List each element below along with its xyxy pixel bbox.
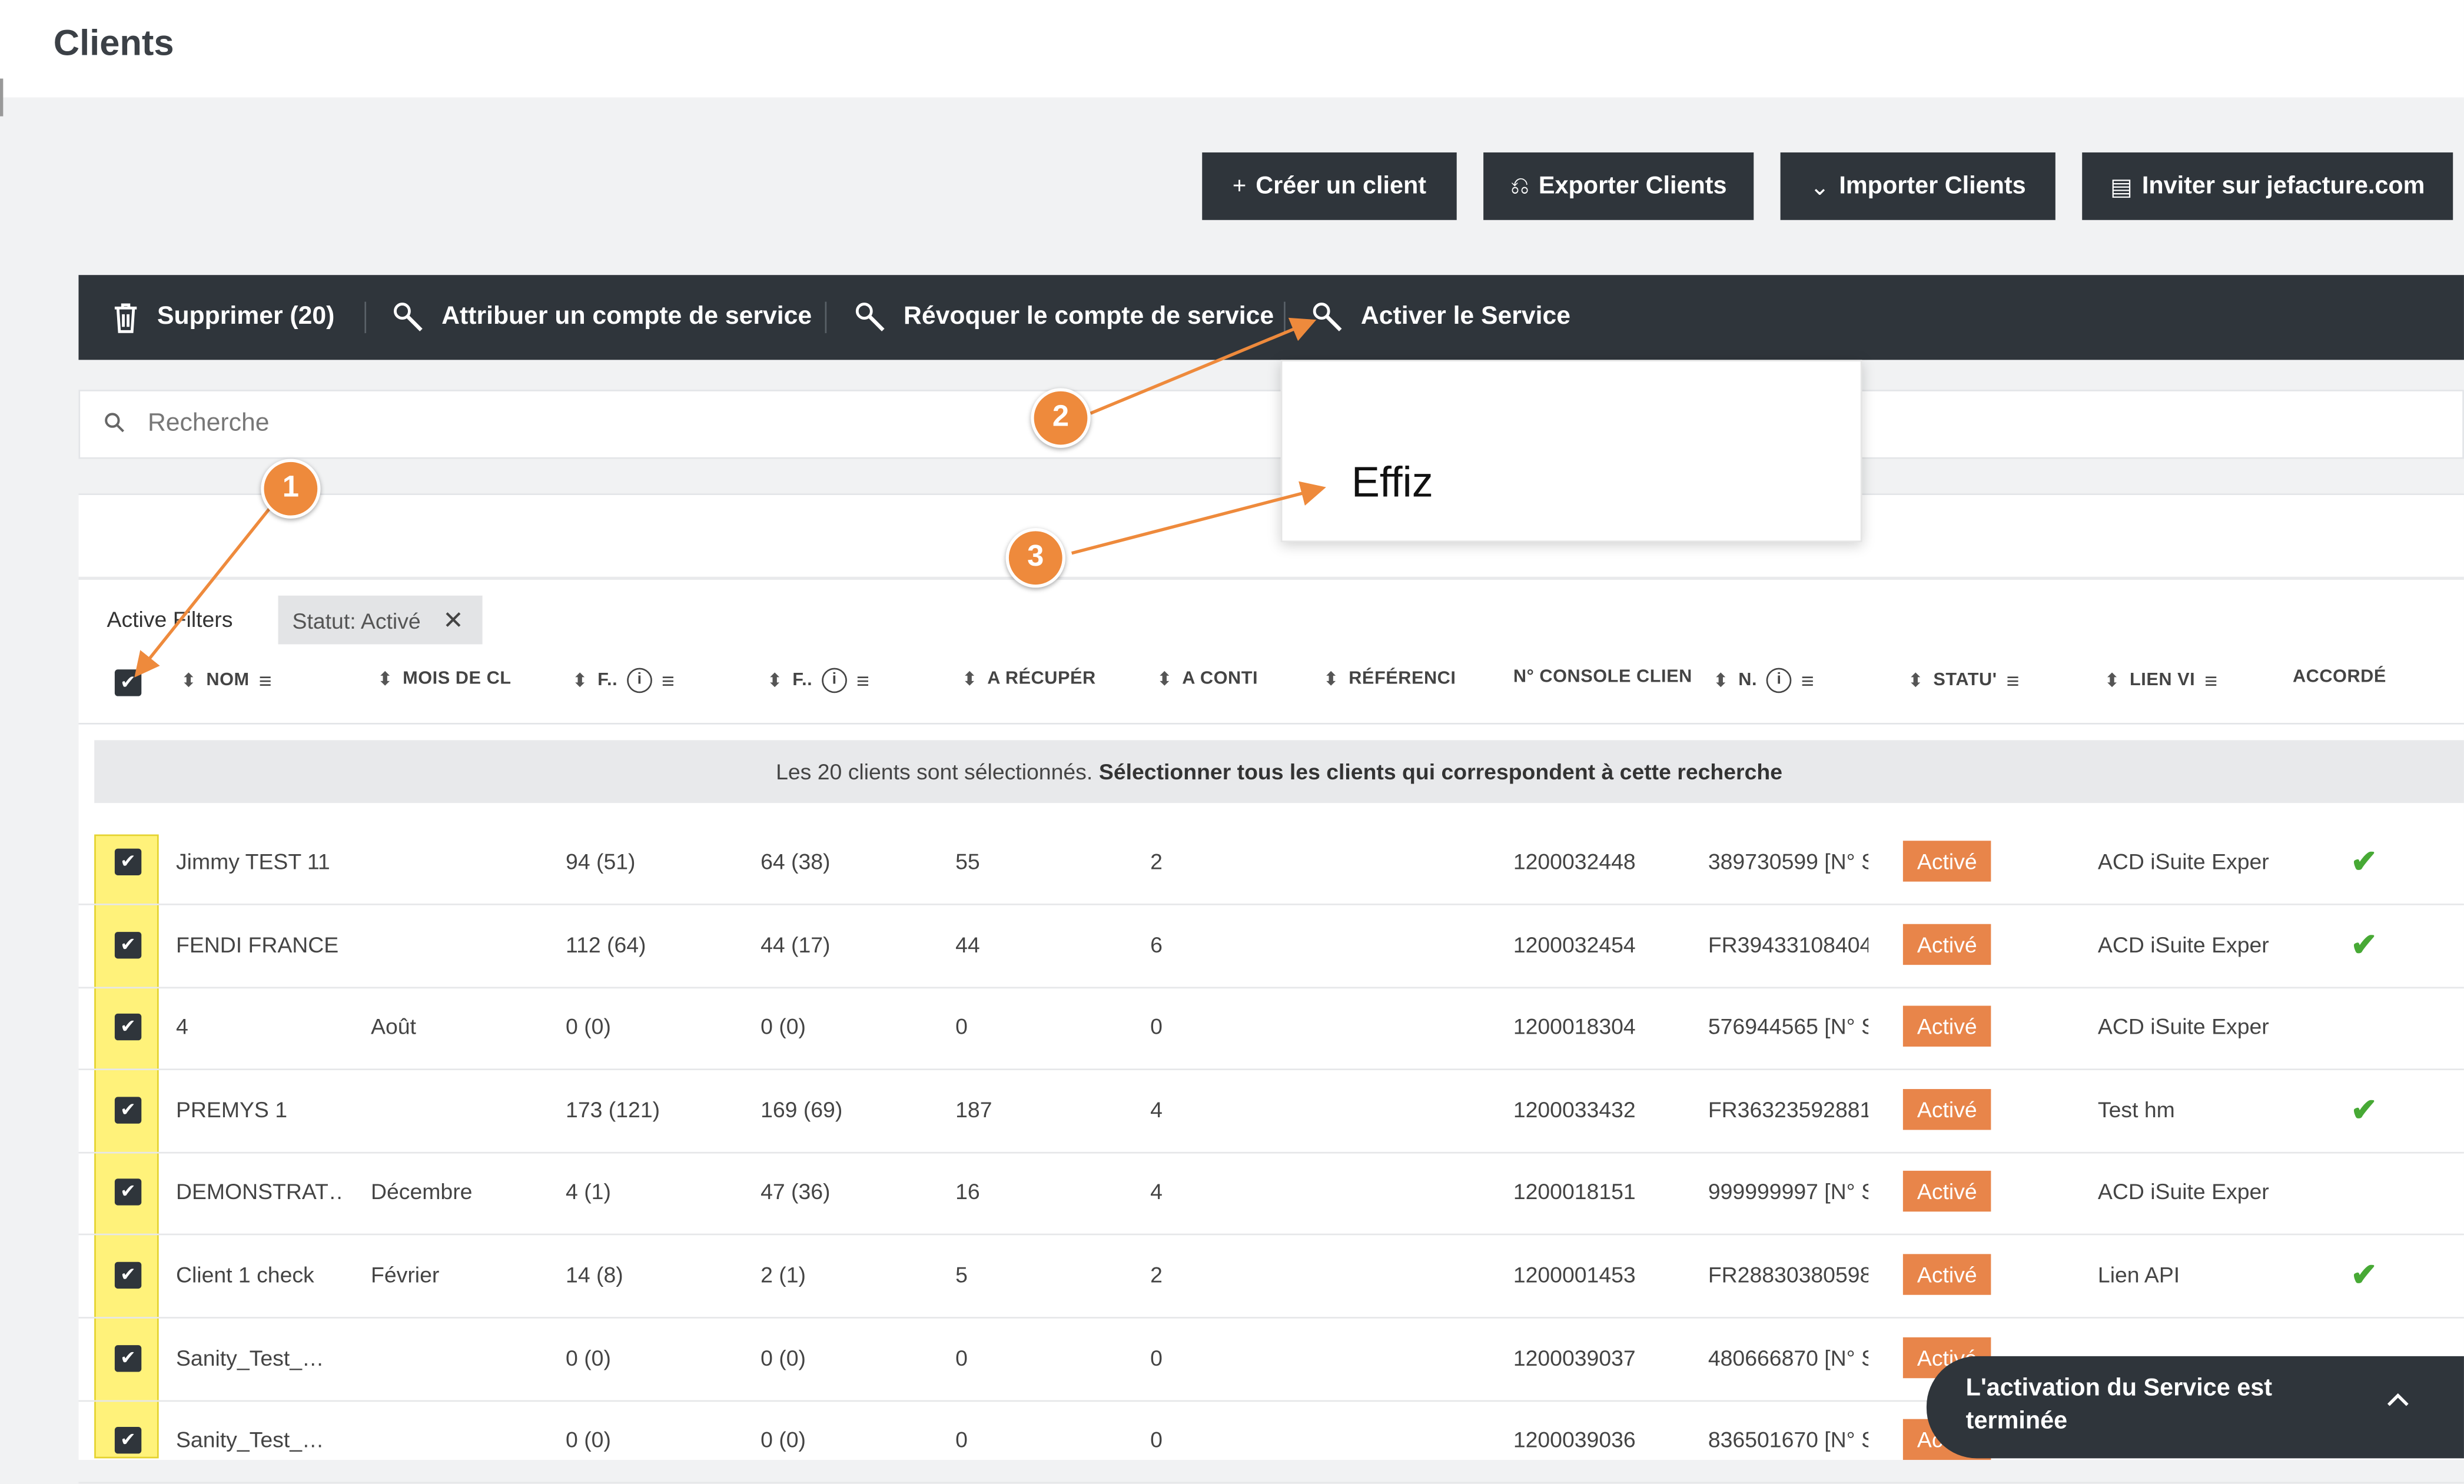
annotation-badge-1: 1: [261, 459, 321, 519]
annotation-arrow-1: [134, 506, 272, 678]
annotation-badge-2: 2: [1031, 388, 1091, 448]
annotation-arrow-3: [1071, 481, 1326, 555]
annotation-arrow-2: [1090, 317, 1317, 415]
annotation-arrows: [134, 317, 1326, 678]
annotation-badge-3: 3: [1005, 527, 1065, 588]
